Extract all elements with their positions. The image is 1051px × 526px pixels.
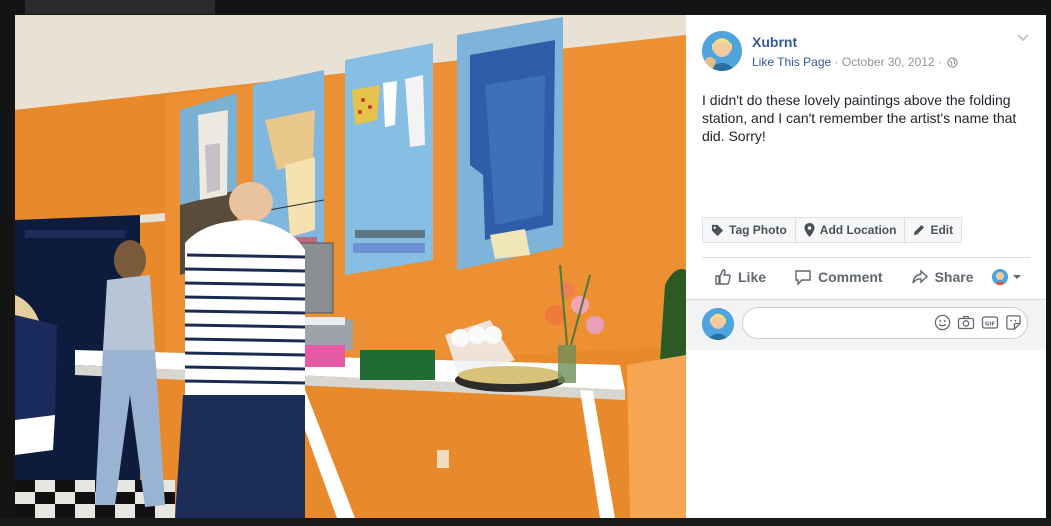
comment-button[interactable]: Comment	[794, 268, 883, 286]
photo-actions: Tag Photo Add Location Edit	[702, 217, 963, 243]
tag-photo-label: Tag Photo	[729, 223, 787, 237]
painting-3	[345, 43, 433, 275]
backdrop-bottom	[0, 518, 1051, 526]
meta-separator: ·	[834, 55, 839, 69]
post-text: I didn't do these lovely paintings above…	[702, 92, 1017, 144]
pin-icon	[804, 223, 815, 237]
meta-separator-2: ·	[937, 55, 942, 69]
audience-selector[interactable]	[992, 269, 1022, 285]
reaction-bar: Like Comment Share	[702, 261, 1030, 293]
share-button[interactable]: Share	[911, 268, 974, 286]
thumbs-up-icon	[715, 269, 731, 285]
globe-icon[interactable]	[947, 57, 958, 68]
pencil-icon	[914, 225, 925, 235]
post-meta: Like This Page · October 30, 2012 ·	[752, 55, 958, 69]
share-icon	[911, 269, 928, 284]
chevron-down-icon[interactable]	[1016, 33, 1030, 43]
backdrop-strip	[25, 0, 215, 14]
author-avatar[interactable]	[702, 31, 742, 71]
divider-top	[702, 257, 1030, 258]
caret-down-icon	[1013, 275, 1021, 279]
like-label: Like	[738, 269, 767, 285]
counter	[627, 355, 686, 518]
add-location-button[interactable]: Add Location	[794, 218, 905, 242]
comment-icon	[795, 270, 811, 286]
edit-label: Edit	[930, 223, 954, 237]
comment-composer: GIF	[686, 299, 1046, 350]
tag-icon	[711, 224, 724, 236]
like-page-link[interactable]: Like This Page	[752, 55, 831, 69]
sticker-icon[interactable]	[1005, 314, 1022, 331]
svg-text:GIF: GIF	[985, 322, 996, 328]
post-panel: Xubrnt Like This Page · October 30, 2012…	[686, 15, 1046, 518]
share-label: Share	[934, 269, 974, 285]
comment-label: Comment	[818, 269, 883, 285]
audience-avatar	[992, 269, 1008, 285]
edit-button[interactable]: Edit	[904, 218, 961, 242]
gif-icon[interactable]: GIF	[981, 314, 999, 331]
tag-photo-button[interactable]: Tag Photo	[703, 218, 795, 242]
add-location-label: Add Location	[819, 223, 897, 237]
comment-tools: GIF	[934, 314, 1022, 331]
photo-scene	[15, 15, 686, 518]
author-name[interactable]: Xubrnt	[752, 34, 797, 50]
emoji-icon[interactable]	[934, 314, 951, 331]
outlet	[437, 450, 449, 468]
viewer-avatar	[702, 308, 734, 340]
post-date[interactable]: October 30, 2012	[842, 55, 935, 69]
painting-4	[457, 17, 563, 270]
post-photo[interactable]	[15, 15, 686, 518]
cabinet-trim	[25, 230, 125, 238]
like-button[interactable]: Like	[714, 268, 766, 286]
camera-icon[interactable]	[957, 314, 975, 331]
